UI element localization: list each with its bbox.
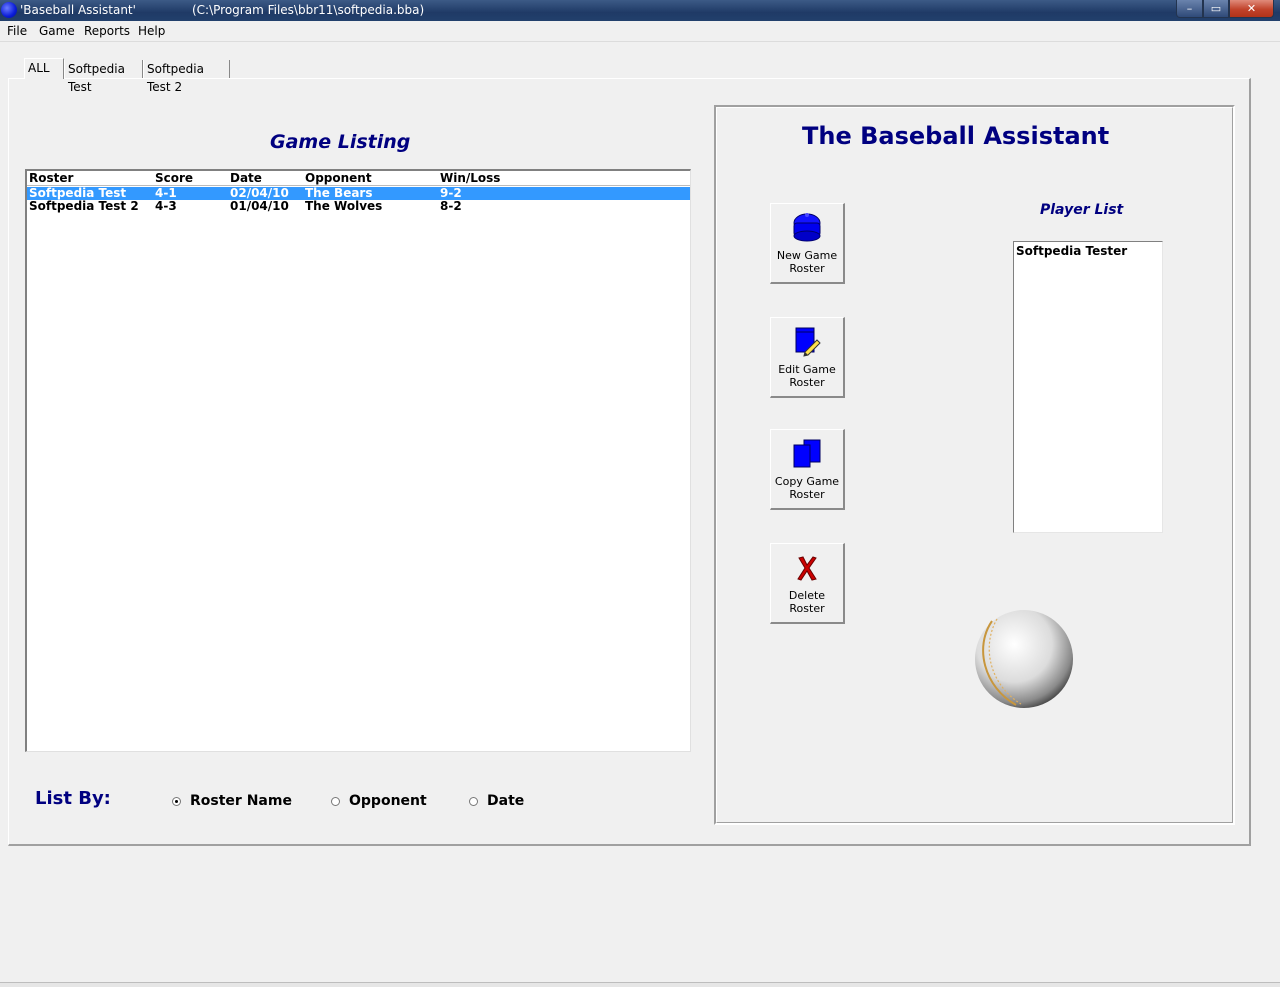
cap-icon: [771, 212, 843, 244]
window-controls: – ▭ ✕: [1176, 0, 1274, 18]
maximize-button[interactable]: ▭: [1203, 0, 1229, 18]
menu-reports[interactable]: Reports: [84, 24, 130, 38]
column-header-opponent[interactable]: Opponent: [305, 171, 372, 185]
list-by-label: List By:: [35, 788, 111, 809]
app-cap-icon[interactable]: [1, 2, 17, 18]
table-row[interactable]: Softpedia Test 2 4-3 01/04/10 The Wolves…: [27, 200, 690, 213]
player-list[interactable]: Softpedia Tester: [1013, 241, 1163, 533]
copy-icon: [771, 438, 843, 470]
edit-pencil-icon: [771, 326, 843, 358]
column-header-winloss[interactable]: Win/Loss: [440, 171, 500, 185]
baseball-icon: [975, 610, 1073, 708]
menu-game[interactable]: Game: [39, 24, 75, 38]
radio-label: Date: [487, 793, 525, 809]
delete-x-icon: [771, 552, 843, 584]
minimize-icon: –: [1186, 2, 1193, 15]
radio-unchecked-icon[interactable]: [469, 796, 478, 806]
radio-opponent[interactable]: Opponent: [331, 793, 427, 809]
game-listing-title: Game Listing: [270, 131, 411, 153]
app-title: The Baseball Assistant: [802, 122, 1110, 150]
button-label: Edit Game Roster: [778, 363, 836, 389]
cell-winloss: 8-2: [440, 199, 462, 213]
close-button[interactable]: ✕: [1229, 0, 1274, 18]
copy-game-roster-button[interactable]: Copy Game Roster: [770, 429, 845, 510]
list-item[interactable]: Softpedia Tester: [1016, 244, 1127, 258]
menu-file[interactable]: File: [7, 24, 27, 38]
menu-help[interactable]: Help: [138, 24, 165, 38]
cell-date: 01/04/10: [230, 199, 289, 213]
maximize-icon: ▭: [1210, 2, 1222, 15]
tab-all[interactable]: ALL: [24, 58, 64, 79]
tab-softpedia-test[interactable]: Softpedia Test: [64, 60, 143, 94]
delete-roster-button[interactable]: Delete Roster: [770, 543, 845, 624]
radio-unchecked-icon[interactable]: [331, 796, 340, 806]
close-icon: ✕: [1246, 2, 1257, 15]
column-header-roster[interactable]: Roster: [29, 171, 73, 185]
status-bar: [0, 982, 1280, 987]
radio-label: Roster Name: [190, 793, 292, 809]
button-label: Copy Game Roster: [774, 475, 840, 501]
game-listing-table[interactable]: Roster Score Date Opponent Win/Loss Soft…: [25, 169, 691, 752]
cell-score: 4-3: [155, 199, 177, 213]
column-header-score[interactable]: Score: [155, 171, 193, 185]
window-file-path: (C:\Program Files\bbr11\softpedia.bba): [192, 3, 425, 17]
title-bar[interactable]: 'Baseball Assistant' (C:\Program Files\b…: [0, 0, 1280, 21]
button-label: Delete Roster: [788, 589, 826, 615]
tab-softpedia-test-2[interactable]: Softpedia Test 2: [143, 60, 230, 94]
table-header: Roster Score Date Opponent Win/Loss: [27, 171, 690, 186]
radio-label: Opponent: [349, 793, 427, 809]
window-title: 'Baseball Assistant': [20, 3, 136, 17]
radio-date[interactable]: Date: [469, 793, 524, 809]
edit-game-roster-button[interactable]: Edit Game Roster: [770, 317, 845, 398]
radio-checked-icon[interactable]: [172, 796, 181, 806]
menu-bar: File Game Reports Help: [0, 21, 1280, 42]
new-game-roster-button[interactable]: New Game Roster: [770, 203, 845, 284]
radio-roster-name[interactable]: Roster Name: [172, 793, 292, 809]
cell-opponent: The Wolves: [305, 199, 383, 213]
minimize-button[interactable]: –: [1176, 0, 1203, 18]
button-label: New Game Roster: [776, 249, 838, 275]
cell-roster: Softpedia Test 2: [29, 199, 139, 213]
column-header-date[interactable]: Date: [230, 171, 262, 185]
player-list-title: Player List: [1040, 202, 1124, 218]
